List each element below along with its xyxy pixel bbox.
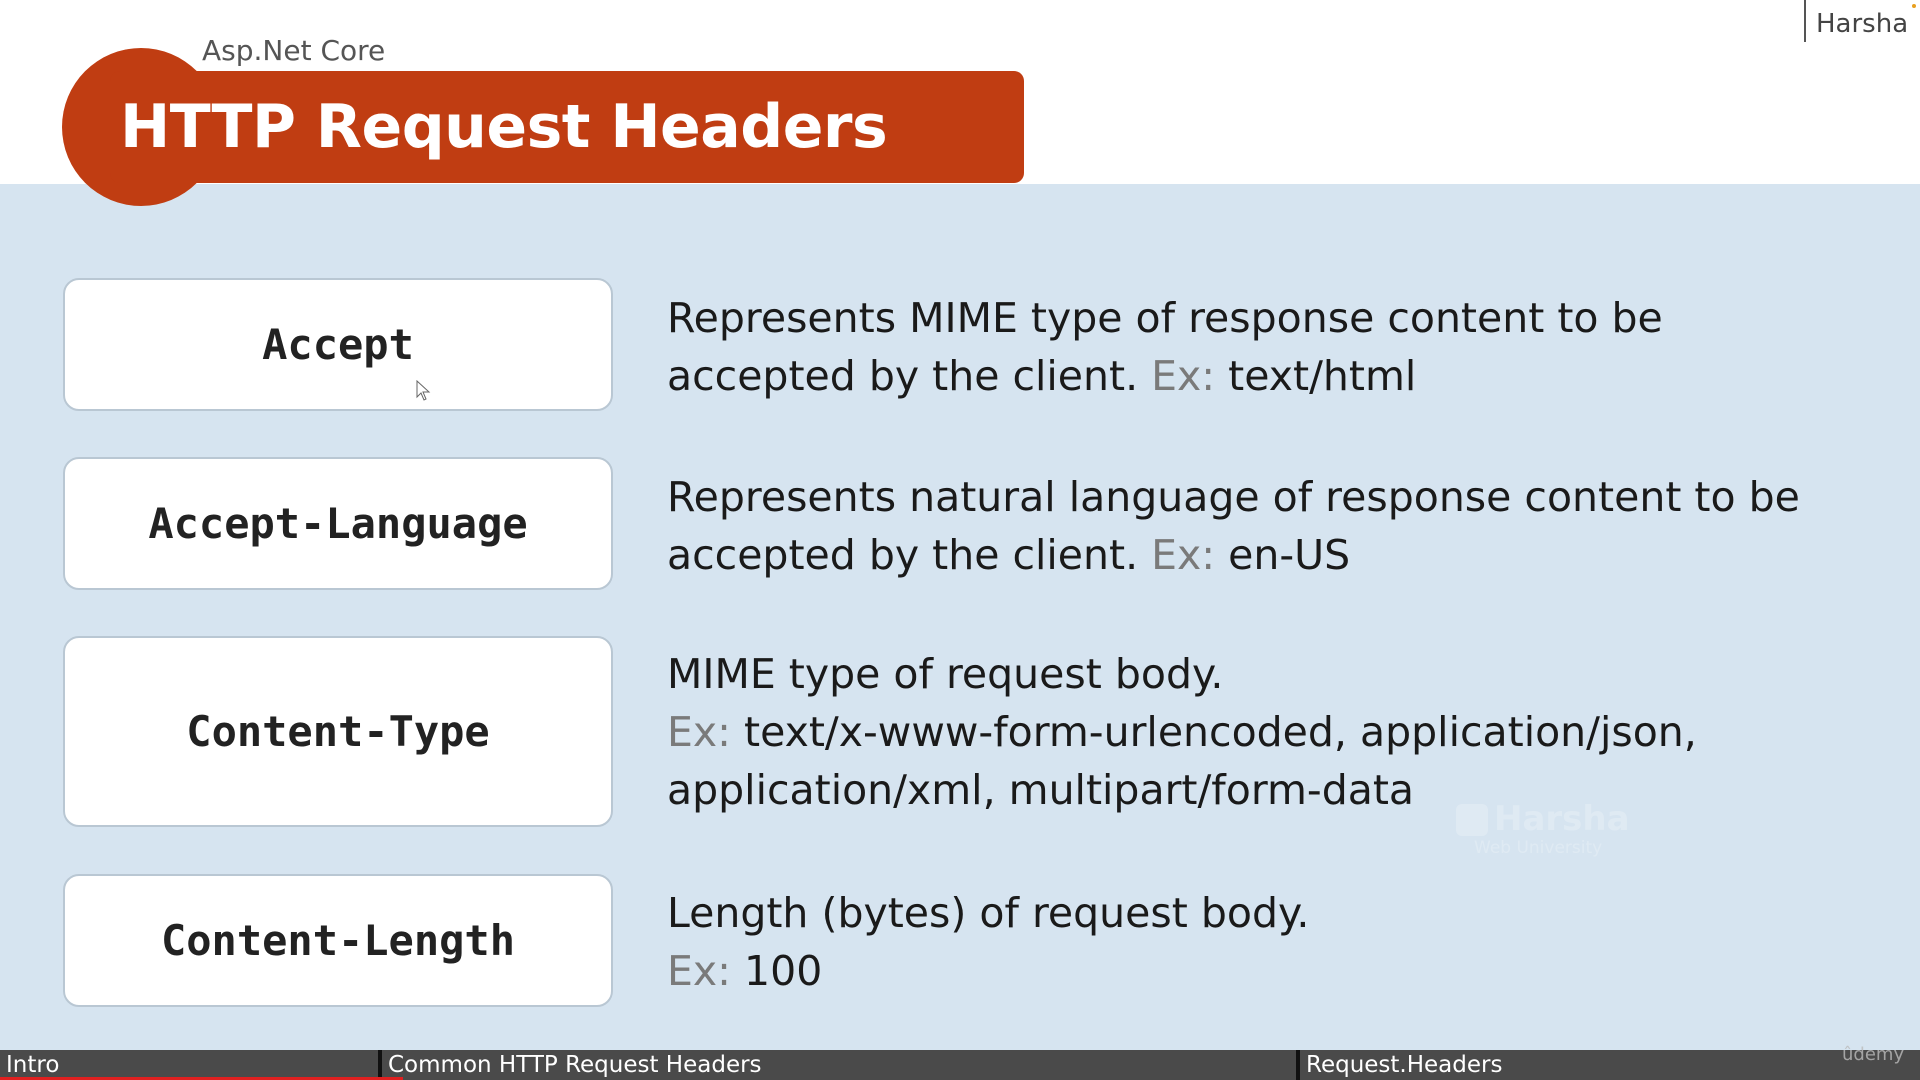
chapter-request-headers[interactable]: Request.Headers [1300,1050,1840,1080]
header-description: Represents MIME type of response content… [667,289,1897,405]
udemy-logo: ûdemy [1842,1044,1905,1065]
presenter-name: Harsha [1804,0,1908,42]
chapter-bar[interactable]: Intro Common HTTP Request Headers Reques… [0,1050,1920,1080]
example-label: Ex: [667,947,731,995]
header-description: Length (bytes) of request body. Ex: 100 [667,884,1897,1000]
header-name-box: Content-Length [63,874,613,1007]
chapter-common-http-request-headers[interactable]: Common HTTP Request Headers [382,1050,1296,1080]
corner-dot [1912,4,1916,8]
slide-header: Asp.Net Core HTTP Request Headers Harsha [0,0,1920,206]
example-value: text/html [1215,352,1417,400]
desc-line: Represents natural language of response … [667,473,1800,521]
course-label: Asp.Net Core [202,34,386,67]
header-name: Content-Type [186,707,490,756]
desc-line: Represents MIME type of response content… [667,294,1663,342]
example-label: Ex: [667,708,731,756]
example-label: Ex: [1151,352,1216,400]
header-name: Content-Length [160,916,515,965]
desc-line: Length (bytes) of request body. [667,889,1310,937]
header-name-box: Accept-Language [63,457,613,590]
watermark: Harsha Web University [1452,800,1630,862]
mouse-cursor-icon [416,380,431,401]
desc-line: Ex: text/x-www-form-urlencoded, applicat… [667,703,1897,761]
slide-title: HTTP Request Headers [120,92,888,162]
header-description: Represents natural language of response … [667,468,1897,584]
watermark-subtitle: Web University [1474,838,1603,858]
example-value: text/x-www-form-urlencoded, application/… [730,708,1697,756]
example-label: Ex: [1151,531,1216,579]
example-value: 100 [730,947,823,995]
watermark-logo-icon [1456,804,1488,836]
example-value: en-US [1215,531,1351,579]
desc-line: accepted by the client. Ex: text/html [667,352,1417,400]
chapter-intro[interactable]: Intro [0,1050,380,1080]
desc-line: application/xml, multipart/form-data [667,766,1415,814]
header-name: Accept [262,320,414,369]
header-description: MIME type of request body. Ex: text/x-ww… [667,645,1897,819]
header-name: Accept-Language [148,499,528,548]
header-name-box: Content-Type [63,636,613,827]
desc-line: accepted by the client. Ex: en-US [667,531,1351,579]
desc-line: Ex: 100 [667,942,1897,1000]
header-name-box: Accept [63,278,613,411]
desc-line: MIME type of request body. [667,650,1224,698]
